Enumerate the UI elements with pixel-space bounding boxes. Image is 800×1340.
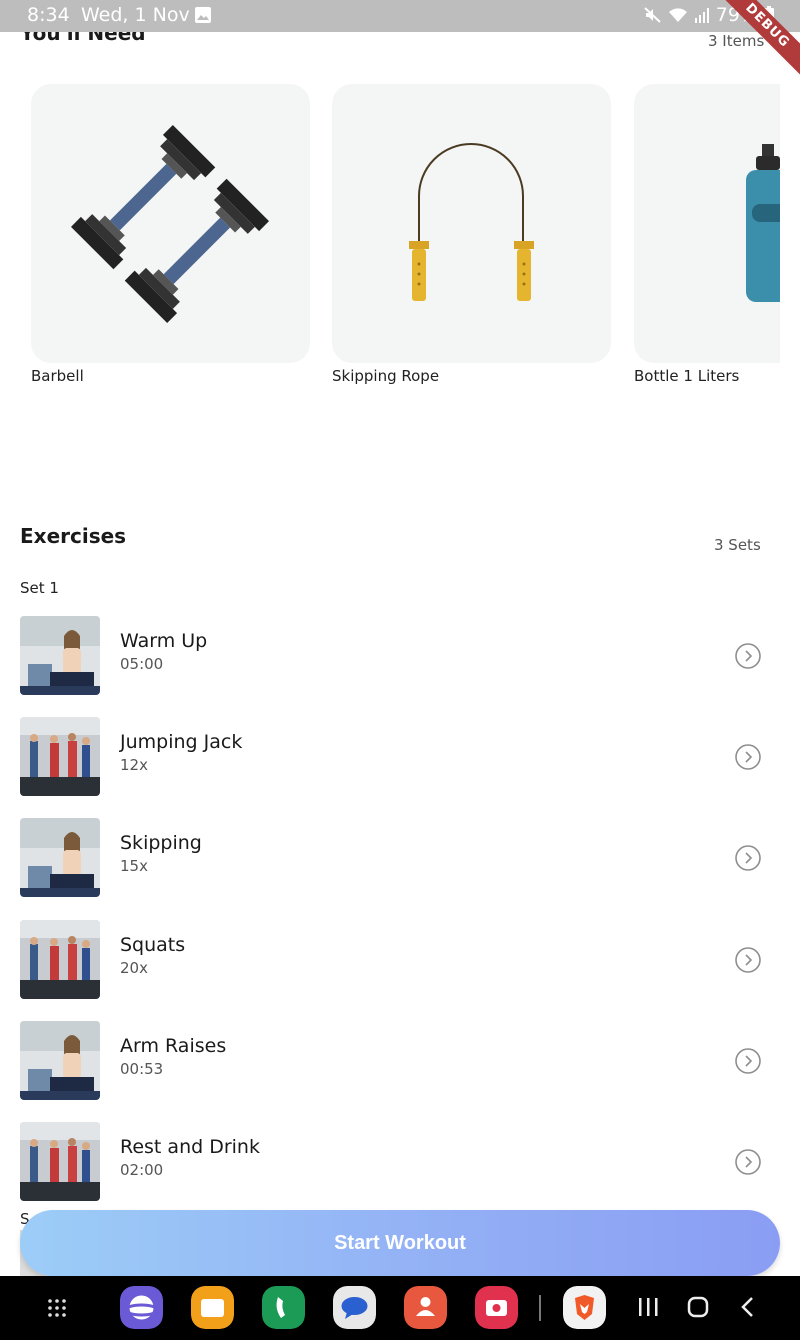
equipment-image [332,84,611,363]
exercise-name: Squats [120,934,186,956]
water-bottle-icon [746,144,780,302]
exercise-row[interactable]: Arm Raises 00:53 [20,1021,765,1101]
exercise-detail: 00:53 [120,1060,164,1078]
chevron-right-circle-icon[interactable] [734,946,762,974]
skipping-rope-icon [409,143,534,301]
brave-app-icon[interactable] [563,1286,606,1329]
exercise-name: Arm Raises [120,1035,227,1057]
files-app-icon[interactable] [191,1286,234,1329]
exercise-thumbnail [20,1021,100,1100]
equipment-label: Bottle 1 Liters [634,367,740,385]
exercise-detail: 02:00 [120,1161,164,1179]
contacts-app-icon[interactable] [404,1286,447,1329]
recents-icon[interactable] [637,1295,659,1319]
exercise-detail: 15x [120,857,148,875]
equipment-count: 3 Items [708,32,765,50]
exercise-name: Warm Up [120,630,208,652]
equipment-label: Skipping Rope [332,367,440,385]
exercise-thumbnail [20,1122,100,1201]
equipment-image [31,84,310,363]
equipment-card-barbell[interactable]: Barbell [31,84,310,385]
exercise-name: Jumping Jack [120,731,243,753]
set-label: Set 1 [20,579,59,597]
signal-icon [694,8,709,23]
status-date: Wed, 1 Nov [81,4,190,26]
navigation-bar [0,1276,800,1340]
chevron-right-circle-icon[interactable] [734,743,762,771]
back-icon[interactable] [738,1295,758,1319]
home-icon[interactable] [686,1295,710,1319]
exercise-row[interactable]: Warm Up 05:00 [20,616,765,696]
chevron-right-circle-icon[interactable] [734,1047,762,1075]
exercise-detail: 20x [120,959,148,977]
exercises-title: Exercises [20,524,127,548]
equipment-card-skipping-rope[interactable]: Skipping Rope [332,84,611,385]
messages-app-icon[interactable] [333,1286,376,1329]
exercise-thumbnail [20,920,100,999]
exercise-thumbnail [20,717,100,796]
exercises-count: 3 Sets [714,536,761,554]
gallery-icon [195,7,211,23]
dumbbell-icon [71,125,269,323]
equipment-card-bottle[interactable]: Bottle 1 Liters [634,84,780,385]
camera-app-icon[interactable] [475,1286,518,1329]
exercise-row[interactable]: Squats 20x [20,920,765,1000]
equipment-image [634,84,780,363]
exercise-row[interactable]: Jumping Jack 12x [20,717,765,797]
internet-app-icon[interactable] [120,1286,163,1329]
exercise-row[interactable]: Rest and Drink 02:00 [20,1122,765,1202]
chevron-right-circle-icon[interactable] [734,844,762,872]
status-time: 8:34 [27,4,70,26]
exercise-row[interactable]: Skipping 15x [20,818,765,898]
wifi-icon [668,8,687,22]
status-bar: 8:34 Wed, 1 Nov 79% [0,0,800,32]
app-grid-icon[interactable] [47,1298,67,1318]
phone-app-icon[interactable] [262,1286,305,1329]
exercise-thumbnail [20,616,100,695]
start-workout-button[interactable]: Start Workout [20,1210,780,1276]
exercise-detail: 12x [120,756,148,774]
exercise-name: Skipping [120,832,202,854]
nav-separator [539,1295,541,1321]
mute-icon [644,7,661,23]
equipment-carousel[interactable]: Barbell Skipping Rope Bottle 1 Liters [31,84,780,394]
chevron-right-circle-icon[interactable] [734,642,762,670]
exercise-thumbnail [20,818,100,897]
equipment-label: Barbell [31,367,84,385]
exercise-detail: 05:00 [120,655,164,673]
chevron-right-circle-icon[interactable] [734,1148,762,1176]
exercise-name: Rest and Drink [120,1136,260,1158]
